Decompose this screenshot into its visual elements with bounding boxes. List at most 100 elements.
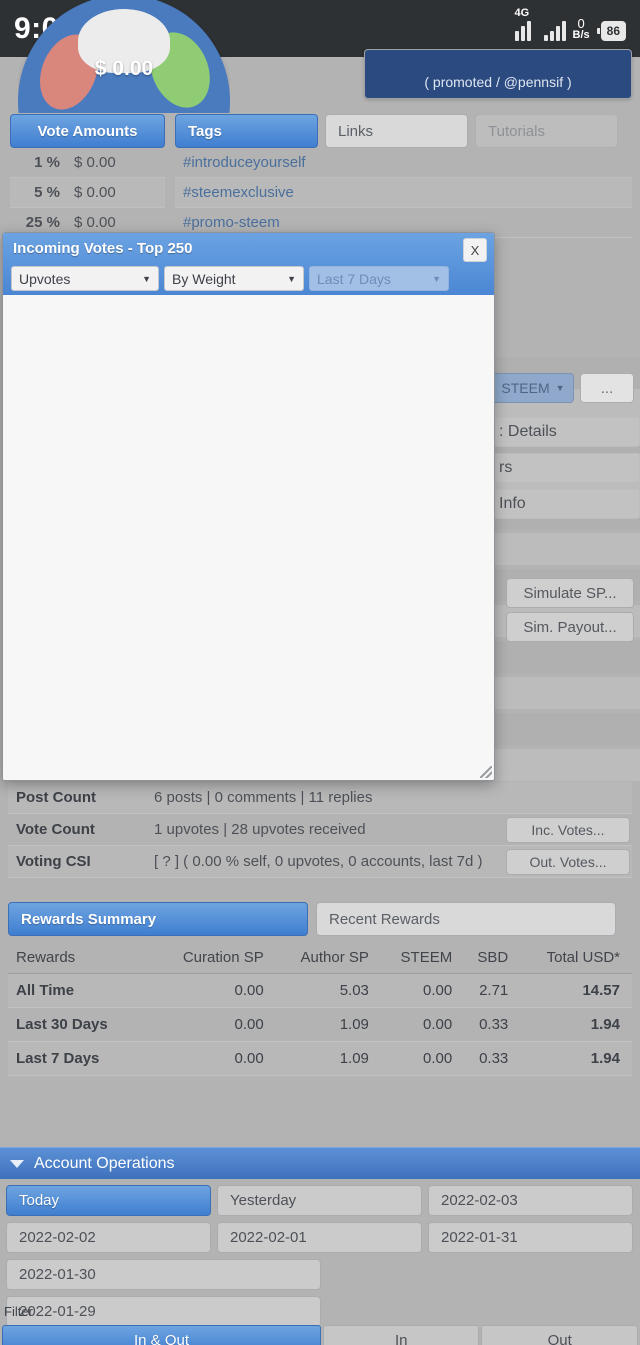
vote-amount-row: 5 % $ 0.00: [10, 178, 165, 208]
resize-handle[interactable]: [480, 766, 492, 778]
rewards-cell-author-sp: 1.09: [275, 1007, 381, 1042]
date-tab[interactable]: 2022-02-03: [428, 1185, 633, 1216]
tags-tab-tags[interactable]: Tags: [175, 114, 318, 148]
dialog-filter-selects: Upvotes ▼ By Weight ▼ Last 7 Days ▼: [11, 266, 449, 291]
signal-bars-icon-1: 4G: [514, 7, 537, 41]
rewards-table-row: Last 7 Days 0.00 1.09 0.00 0.33 1.94: [8, 1041, 632, 1076]
caret-down-icon: [10, 1159, 24, 1168]
direction-tab[interactable]: In: [322, 1325, 480, 1345]
date-tab[interactable]: 2022-02-02: [6, 1222, 211, 1253]
dialog-title: Incoming Votes - Top 250: [13, 240, 193, 257]
vote-amounts-header[interactable]: Vote Amounts: [10, 114, 165, 148]
rewards-column-header: Total USD*: [520, 942, 632, 974]
direction-filter-tabs: In & Out In Out: [2, 1325, 638, 1345]
date-tab[interactable]: 2022-01-30: [6, 1259, 321, 1290]
tag-item[interactable]: #steemexclusive: [175, 178, 632, 208]
right-panel-item-details[interactable]: : Details: [490, 417, 640, 447]
network-speed-indicator: 0 B/s: [573, 17, 590, 41]
right-panel-item-rs[interactable]: rs: [490, 453, 640, 483]
rewards-tab[interactable]: Rewards Summary: [8, 902, 308, 936]
direction-tab[interactable]: In & Out: [2, 1325, 321, 1345]
date-tab[interactable]: Today: [6, 1185, 211, 1216]
tags-tab-bar: Tags Links Tutorials: [175, 114, 632, 148]
currency-select-value: STEEM: [501, 380, 550, 396]
stat-row-action-button[interactable]: Out. Votes...: [506, 848, 630, 875]
dialog-body: [3, 295, 494, 780]
rewards-column-header: Curation SP: [154, 942, 276, 974]
promoted-banner[interactable]: ( promoted / @pennsif ): [364, 49, 632, 99]
date-tab[interactable]: 2022-02-01: [217, 1222, 422, 1253]
stat-row-label: Post Count: [16, 789, 96, 806]
rewards-table: Rewards Curation SP Author SP STEEM SBD Total…: [8, 942, 632, 1076]
date-tab[interactable]: 2022-01-29: [6, 1296, 321, 1327]
tags-tab-links[interactable]: Links: [325, 114, 468, 148]
sim-payout-label: Sim. Payout...: [523, 618, 617, 636]
stat-row: Voting CSI [ ? ] ( 0.00 % self, 0 upvotes…: [8, 846, 632, 878]
account-operations-header[interactable]: Account Operations: [0, 1147, 640, 1179]
more-options-button[interactable]: ...: [580, 373, 634, 403]
vote-amount-value: $ 0.00: [74, 184, 116, 201]
date-tab[interactable]: 2022-01-31: [428, 1222, 633, 1253]
network-speed-value: 0: [577, 15, 585, 31]
rewards-cell-period: Last 7 Days: [8, 1041, 155, 1076]
chevron-down-icon: ▼: [142, 273, 151, 284]
rewards-column-header: SBD: [464, 942, 521, 974]
signal-bars-icon-2: [543, 19, 566, 41]
account-operations-title: Account Operations: [34, 1154, 175, 1172]
rewards-cell-total-usd: 14.57: [520, 973, 632, 1008]
right-panel-item-rs-label: rs: [499, 459, 513, 476]
rewards-column-header: Author SP: [275, 942, 381, 974]
vote-amount-row: 1 % $ 0.00: [10, 148, 165, 178]
chevron-down-icon: ▼: [432, 273, 441, 284]
vote-amounts-header-label: Vote Amounts: [37, 122, 138, 140]
rewards-table-body: All Time 0.00 5.03 0.00 2.71 14.57 Last 30 Day…: [8, 973, 632, 1076]
stat-row-action-button[interactable]: Inc. Votes...: [506, 816, 630, 843]
rewards-tab[interactable]: Recent Rewards: [316, 902, 616, 936]
stat-row-value: 1 upvotes | 28 upvotes received: [154, 821, 366, 838]
tags-panel: Tags Links Tutorials #introduceyourself #st…: [175, 114, 632, 238]
status-indicators: 4G 0 B/s 86: [514, 7, 626, 41]
dialog-select-value: By Weight: [172, 270, 236, 287]
vote-amount-percent: 5 %: [34, 184, 60, 201]
rewards-table-row: Last 30 Days 0.00 1.09 0.00 0.33 1.94: [8, 1007, 632, 1042]
rewards-cell-curation-sp: 0.00: [154, 1007, 276, 1042]
rewards-cell-steem: 0.00: [380, 973, 465, 1008]
dialog-select[interactable]: By Weight ▼: [164, 266, 304, 291]
dialog-select[interactable]: Upvotes ▼: [11, 266, 159, 291]
tags-tab-tutorials[interactable]: Tutorials: [475, 114, 618, 148]
incoming-votes-dialog: Incoming Votes - Top 250 X Upvotes ▼ By We…: [2, 232, 495, 781]
rewards-cell-total-usd: 1.94: [520, 1007, 632, 1042]
rewards-table-header: Rewards Curation SP Author SP STEEM SBD Total…: [8, 942, 632, 974]
rewards-cell-steem: 0.00: [380, 1041, 465, 1076]
rewards-cell-sbd: 0.33: [464, 1041, 521, 1076]
stat-row-label: Voting CSI: [16, 853, 91, 870]
tag-item[interactable]: #introduceyourself: [175, 148, 632, 178]
currency-select[interactable]: STEEM ▼: [492, 373, 574, 403]
dialog-select-value: Last 7 Days: [317, 270, 391, 287]
rewards-cell-curation-sp: 0.00: [154, 1041, 276, 1076]
simulate-sp-button[interactable]: Simulate SP...: [506, 578, 634, 608]
rewards-cell-sbd: 2.71: [464, 973, 521, 1008]
stat-row-label: Vote Count: [16, 821, 95, 838]
right-panel-item-info[interactable]: Info: [490, 489, 640, 519]
sim-payout-button[interactable]: Sim. Payout...: [506, 612, 634, 642]
close-icon[interactable]: X: [463, 238, 487, 262]
direction-tab[interactable]: Out: [481, 1325, 638, 1345]
dialog-header: Incoming Votes - Top 250 X Upvotes ▼ By We…: [3, 233, 494, 295]
stat-row: Vote Count 1 upvotes | 28 upvotes receive…: [8, 814, 632, 846]
stat-row-value: [ ? ] ( 0.00 % self, 0 upvotes, 0 accoun…: [154, 853, 483, 870]
rewards-column-header: STEEM: [380, 942, 465, 974]
rewards-cell-curation-sp: 0.00: [154, 973, 276, 1008]
date-tab[interactable]: Yesterday: [217, 1185, 422, 1216]
vote-amount-value: $ 0.00: [74, 154, 116, 171]
chevron-down-icon: ▼: [287, 273, 296, 284]
rewards-section: Rewards Summary Recent Rewards Rewards Cur…: [8, 902, 632, 1076]
rewards-cell-author-sp: 1.09: [275, 1041, 381, 1076]
dialog-select-value: Upvotes: [19, 270, 71, 287]
battery-icon: 86: [596, 20, 626, 41]
stat-row-value: 6 posts | 0 comments | 11 replies: [154, 789, 373, 806]
rewards-cell-steem: 0.00: [380, 1007, 465, 1042]
promoted-caption: ( promoted / @pennsif ): [424, 74, 572, 90]
right-panel-toolbar: STEEM ▼ ...: [492, 373, 634, 403]
account-operations-section: Account Operations Today Yesterday 2022-02…: [0, 1147, 640, 1327]
